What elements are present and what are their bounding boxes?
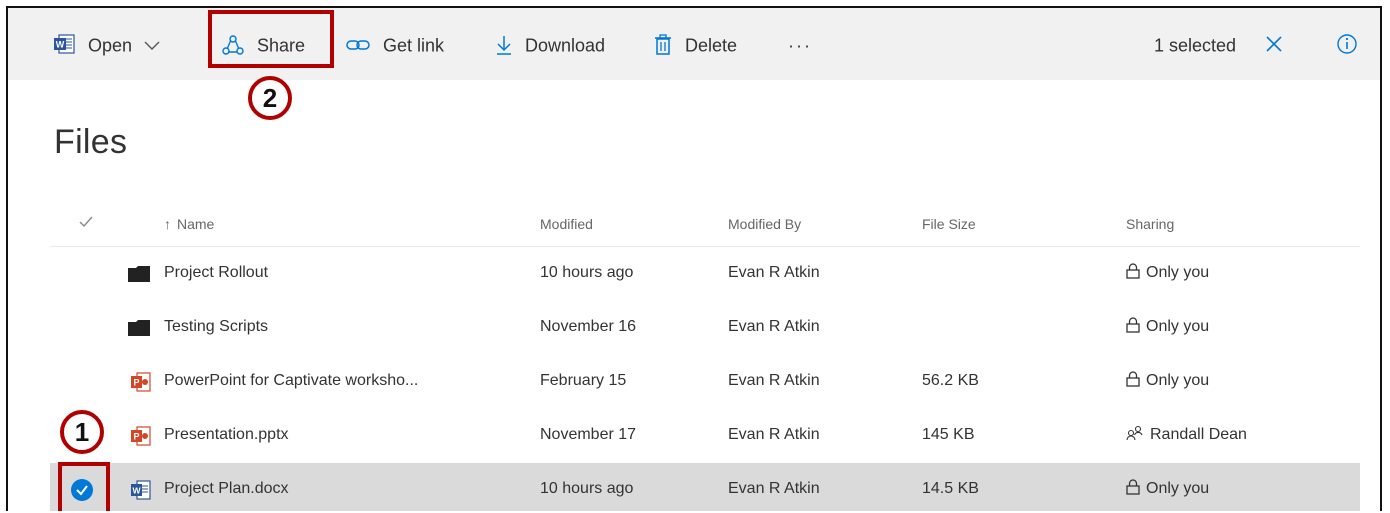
powerpoint-file-icon: P — [131, 372, 151, 392]
file-modified: February 15 — [540, 372, 627, 389]
powerpoint-file-icon: P — [131, 426, 151, 446]
column-header-name[interactable]: ↑ Name — [164, 216, 214, 232]
file-modified: 10 hours ago — [540, 264, 634, 281]
file-size: 145 KB — [922, 426, 975, 443]
file-size: 56.2 KB — [922, 372, 979, 389]
file-name[interactable]: PowerPoint for Captivate worksho... — [164, 355, 418, 407]
file-sharing[interactable]: Randall Dean — [1126, 409, 1247, 461]
word-app-icon: W — [54, 34, 75, 54]
download-label: Download — [525, 35, 606, 56]
clear-selection-close-icon[interactable] — [1264, 34, 1284, 54]
file-modified-by: Evan R Atkin — [728, 372, 820, 389]
folder-icon — [128, 266, 150, 282]
folder-icon — [128, 320, 150, 336]
lock-icon — [1126, 479, 1140, 495]
sharing-label: Only you — [1146, 264, 1210, 281]
checkbox-highlight-box — [58, 462, 110, 511]
trash-icon — [655, 34, 671, 55]
page-title: Files — [54, 123, 128, 161]
more-icon: ··· — [788, 35, 812, 56]
info-icon[interactable] — [1336, 33, 1358, 55]
file-row[interactable]: Testing Scripts November 16 Evan R Atkin… — [50, 301, 1360, 353]
file-sharing[interactable]: Only you — [1126, 463, 1209, 511]
step-2-marker: 2 — [248, 76, 292, 120]
svg-text:P: P — [133, 378, 139, 388]
column-header-sharing[interactable]: Sharing — [1126, 216, 1174, 232]
selection-status: 1 selected — [1154, 30, 1236, 58]
column-header-name-label: Name — [177, 216, 215, 232]
shared-people-icon — [1126, 425, 1143, 441]
lock-icon — [1126, 371, 1140, 387]
select-all-checkmark-icon[interactable] — [78, 215, 94, 229]
sharing-label: Only you — [1146, 480, 1210, 497]
delete-label: Delete — [685, 35, 738, 56]
step-1-marker: 1 — [60, 410, 104, 454]
link-icon — [346, 40, 370, 50]
file-row[interactable]: P PowerPoint for Captivate worksho... Fe… — [50, 355, 1360, 407]
column-header-modified-by[interactable]: Modified By — [728, 216, 801, 232]
get-link-button[interactable]: Get link — [346, 30, 444, 58]
column-header-file-size[interactable]: File Size — [922, 216, 976, 232]
file-name[interactable]: Presentation.pptx — [164, 409, 289, 461]
file-sharing[interactable]: Only you — [1126, 301, 1209, 353]
file-name[interactable]: Testing Scripts — [164, 301, 268, 353]
chevron-down-icon — [144, 41, 160, 51]
svg-text:W: W — [132, 486, 141, 496]
svg-text:W: W — [56, 40, 65, 50]
lock-icon — [1126, 317, 1140, 333]
share-highlight-box — [208, 10, 334, 68]
file-modified-by: Evan R Atkin — [728, 318, 820, 335]
svg-text:P: P — [133, 432, 139, 442]
file-size: 14.5 KB — [922, 480, 979, 497]
sharing-label: Randall Dean — [1150, 426, 1247, 443]
get-link-label: Get link — [383, 35, 445, 56]
column-header-modified[interactable]: Modified — [540, 216, 593, 232]
file-modified: November 17 — [540, 426, 637, 443]
sharing-label: Only you — [1146, 372, 1210, 389]
file-modified: 10 hours ago — [540, 480, 634, 497]
download-icon — [497, 36, 511, 55]
delete-button[interactable]: Delete — [654, 30, 737, 58]
file-sharing[interactable]: Only you — [1126, 247, 1209, 299]
open-label: Open — [88, 35, 133, 56]
file-modified-by: Evan R Atkin — [728, 264, 820, 281]
file-modified: November 16 — [540, 318, 637, 335]
download-button[interactable]: Download — [496, 30, 605, 58]
sharing-label: Only you — [1146, 318, 1210, 335]
file-sharing[interactable]: Only you — [1126, 355, 1209, 407]
file-name[interactable]: Project Plan.docx — [164, 463, 289, 511]
file-modified-by: Evan R Atkin — [728, 426, 820, 443]
file-row[interactable]: Project Rollout 10 hours ago Evan R Atki… — [50, 247, 1360, 299]
open-button[interactable]: Open — [88, 30, 161, 58]
lock-icon — [1126, 263, 1140, 279]
more-actions-button[interactable]: ··· — [788, 30, 812, 58]
file-name[interactable]: Project Rollout — [164, 247, 268, 299]
sort-ascending-icon: ↑ — [164, 216, 171, 232]
file-row-selected[interactable]: W Project Plan.docx 10 hours ago Evan R … — [50, 463, 1360, 511]
selection-count-label: 1 selected — [1154, 35, 1237, 56]
word-file-icon: W — [131, 480, 151, 500]
file-row[interactable]: P Presentation.pptx November 17 Evan R A… — [50, 409, 1360, 461]
file-modified-by: Evan R Atkin — [728, 480, 820, 497]
onedrive-window: W Open Share Get link Download Delete ··… — [6, 6, 1382, 511]
